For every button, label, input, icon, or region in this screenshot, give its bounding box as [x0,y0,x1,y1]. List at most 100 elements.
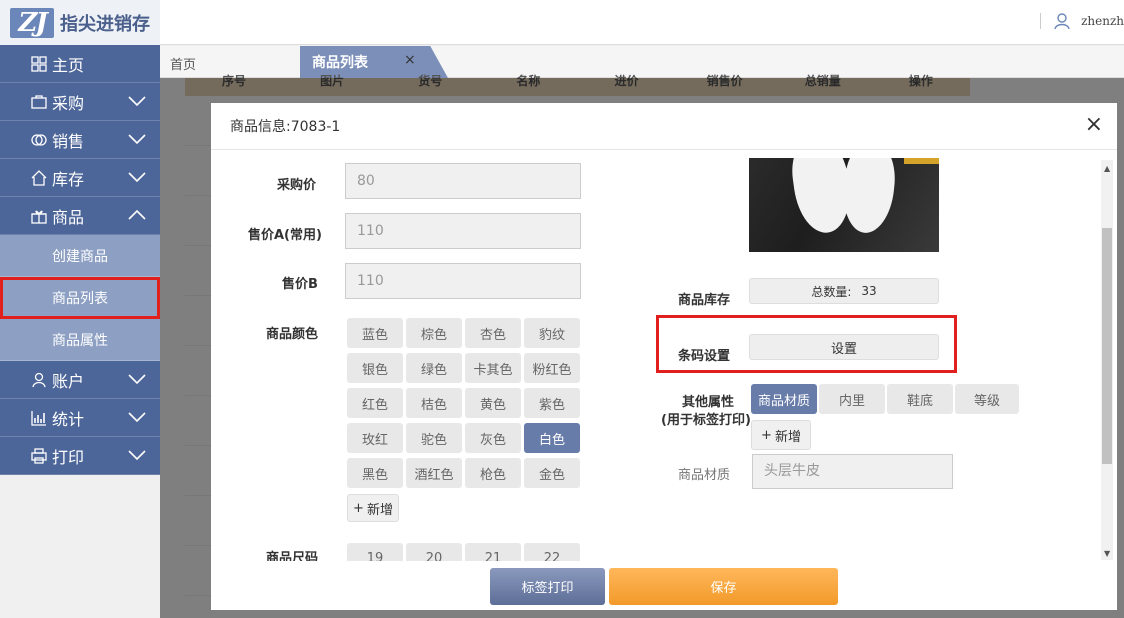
product-image [749,158,939,252]
house-icon [30,169,48,187]
sidebar-item-home[interactable]: 主页 [0,45,160,83]
color-chip-selected[interactable]: 白色 [524,423,580,453]
price-b-label: 售价B [282,277,318,292]
size-chip[interactable]: 20 [406,543,462,561]
sidebar-subitem-goods-list[interactable]: 商品列表 [0,277,160,319]
sidebar-item-account[interactable]: 账户 [0,361,160,399]
color-label: 商品颜色 [266,327,319,342]
divider [1040,13,1042,29]
logo-mark: ZJ [10,7,54,38]
tab-close-icon[interactable]: × [404,52,416,68]
sidebar-item-inventory[interactable]: 库存 [0,159,160,197]
chevron-up-icon [128,209,146,220]
price-b-input[interactable]: 110 [345,263,581,299]
dialog-body: 采购价 80 售价A(常用) 110 售价B 110 商品颜色 蓝色 棕色 杏色… [211,151,1117,561]
logo[interactable]: ZJ 指尖进销存 [0,0,160,45]
stock-total-button[interactable]: 总数量: 33 [749,278,939,304]
sidebar-item-label: 采购 [52,93,85,113]
color-chip[interactable]: 蓝色 [347,318,403,348]
chevron-down-icon [128,374,146,385]
stock-label: 商品库存 [678,293,731,308]
purchase-price-input[interactable]: 80 [345,163,581,199]
tab-home[interactable]: 首页 [170,54,196,73]
color-chip[interactable]: 银色 [347,353,403,383]
stock-total-label: 总数量: [811,284,852,299]
color-chip[interactable]: 杏色 [465,318,521,348]
sidebar-item-label: 库存 [52,169,85,189]
color-chip[interactable]: 卡其色 [465,353,521,383]
save-button[interactable]: 保存 [609,568,838,605]
color-chip[interactable]: 黄色 [465,388,521,418]
sidebar-item-label: 商品 [52,207,85,227]
color-chip[interactable]: 酒红色 [406,458,462,488]
attr-tab-lining[interactable]: 内里 [819,384,885,414]
color-chip[interactable]: 驼色 [406,423,462,453]
color-chip[interactable]: 豹纹 [524,318,580,348]
add-label: 新增 [366,502,393,518]
color-chip[interactable]: 金色 [524,458,580,488]
coins-icon [30,131,48,149]
chevron-down-icon [128,450,146,461]
label-print-button[interactable]: 标签打印 [490,568,605,605]
username: zhenzh [1081,14,1124,28]
other-attributes-sublabel: (用于标签打印) [661,413,751,428]
size-label: 商品尺码 [266,551,319,561]
sidebar-item-sales[interactable]: 销售 [0,121,160,159]
color-chip[interactable]: 枪色 [465,458,521,488]
attr-tab-grade[interactable]: 等级 [955,384,1019,414]
chevron-down-icon [128,412,146,423]
sidebar-item-label: 销售 [52,131,85,151]
sidebar-subitem-goods-attributes[interactable]: 商品属性 [0,319,160,361]
dialog-footer: 标签打印 保存 [211,560,1117,610]
attr-tab-sole[interactable]: 鞋底 [887,384,953,414]
barcode-label: 条码设置 [678,349,731,364]
size-chip[interactable]: 21 [465,543,521,561]
bar-chart-icon [30,409,48,427]
material-input[interactable]: 头层牛皮 [752,454,953,489]
image-accent [904,158,939,164]
size-chip[interactable]: 19 [347,543,403,561]
color-chip[interactable]: 紫色 [524,388,580,418]
sidebar-item-goods[interactable]: 商品 [0,197,160,235]
scroll-thumb[interactable] [1102,228,1112,464]
color-chip[interactable]: 绿色 [406,353,462,383]
color-chip[interactable]: 桔色 [406,388,462,418]
sidebar-item-label: 主页 [52,55,85,75]
sidebar-item-label: 账户 [52,371,85,391]
color-chip[interactable]: 红色 [347,388,403,418]
printer-icon [30,447,48,465]
close-icon[interactable]: × [1085,114,1103,136]
barcode-settings-button[interactable]: 设置 [749,334,939,360]
chevron-down-icon [128,172,146,183]
sidebar-item-print[interactable]: 打印 [0,437,160,475]
purchase-price-label: 采购价 [277,178,317,193]
material-label: 商品材质 [678,468,731,483]
dialog-scrollbar[interactable]: ▲ ▼ [1101,160,1113,560]
sidebar-subitem-create-goods[interactable]: 创建商品 [0,235,160,277]
price-a-label: 售价A(常用) [248,228,322,243]
color-chip[interactable]: 棕色 [406,318,462,348]
price-a-input[interactable]: 110 [345,213,581,249]
sidebar: 主页 采购 销售 库存 商品 创建商品 商品列表 商品属性 账户 统计 打印 [0,45,160,618]
user-menu[interactable]: zhenzh [1040,12,1124,30]
color-chip[interactable]: 粉红色 [524,353,580,383]
attr-tab-material[interactable]: 商品材质 [751,384,817,414]
top-bar: ZJ 指尖进销存 zhenzh [0,0,1124,45]
shoe-right [839,158,899,236]
color-chip[interactable]: 灰色 [465,423,521,453]
sidebar-item-purchase[interactable]: 采购 [0,83,160,121]
add-color-button[interactable]: + 新增 [347,494,399,522]
add-attribute-button[interactable]: + 新增 [751,420,811,450]
sidebar-item-statistics[interactable]: 统计 [0,399,160,437]
tab-bar: 首页 商品列表 × [160,46,1124,78]
size-chip[interactable]: 22 [524,543,580,561]
color-chip[interactable]: 玫红 [347,423,403,453]
scroll-up-icon[interactable]: ▲ [1104,164,1110,173]
color-chip[interactable]: 黑色 [347,458,403,488]
sidebar-item-label: 统计 [52,409,85,429]
scroll-down-icon[interactable]: ▼ [1104,549,1110,558]
plus-icon: + [761,427,772,443]
briefcase-icon [30,93,48,111]
sidebar-item-label: 打印 [52,447,85,467]
plus-icon: + [353,500,364,516]
